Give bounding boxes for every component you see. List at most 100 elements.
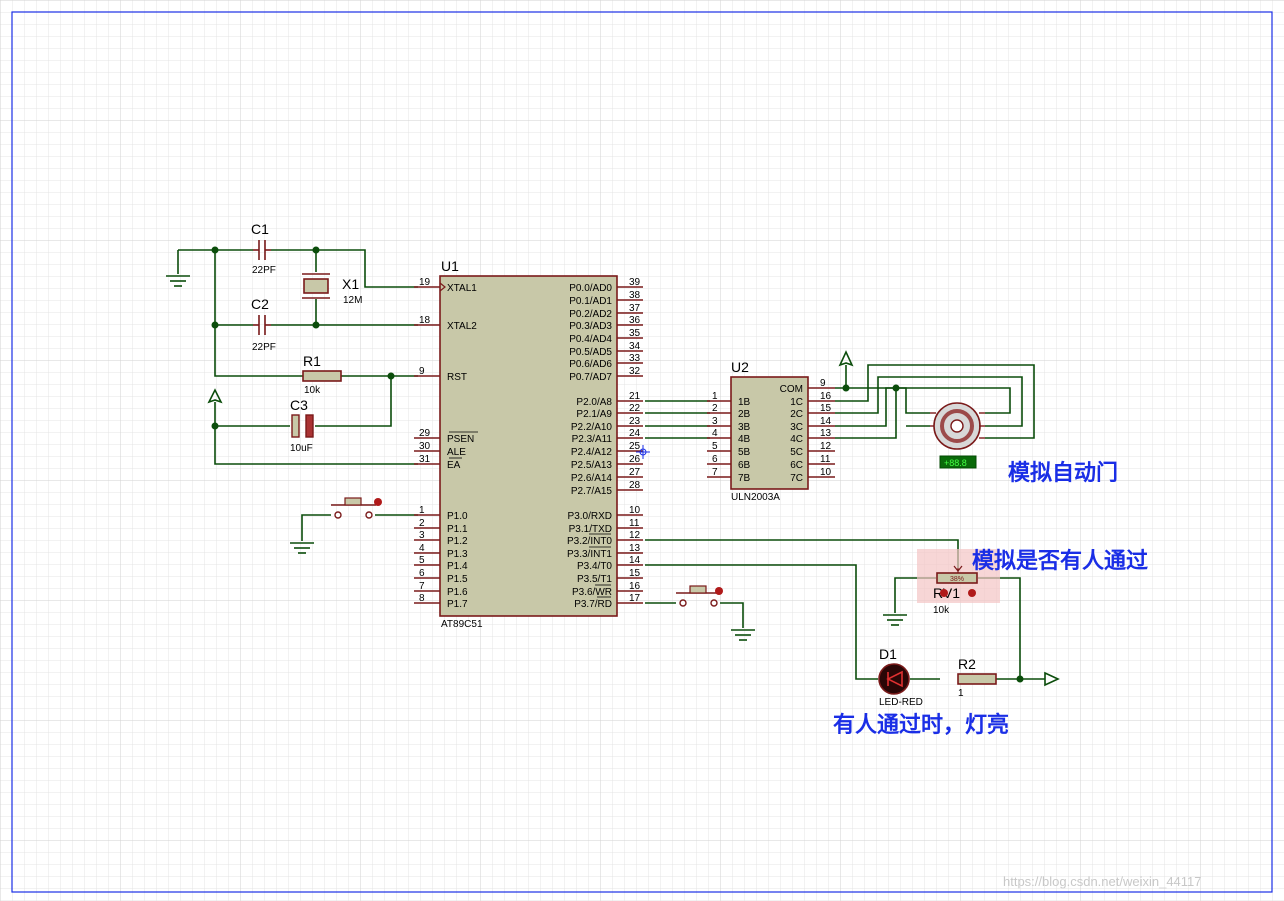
u1-pin-label: RST [447, 372, 467, 383]
u2-pin-label: 7C [790, 473, 803, 484]
u1-pin-label: P0.1/AD1 [569, 296, 612, 307]
u1-pin-number: 8 [419, 593, 425, 604]
u2-pin-label: 4C [790, 434, 803, 445]
u2-pin-label: 3C [790, 422, 803, 433]
chip-u1[interactable]: U1 AT89C51 19XTAL118XTAL29RST29PSEN30ALE… [414, 258, 650, 630]
r2-ref: R2 [958, 656, 976, 672]
c2-ref: C2 [251, 296, 269, 312]
u1-pin-number: 26 [629, 454, 641, 465]
u2-pin-label: 2C [790, 409, 803, 420]
d1-value: LED-RED [879, 697, 923, 708]
u1-pin-number: 6 [419, 568, 425, 579]
u1-pin-number: 35 [629, 328, 641, 339]
r2-value: 1 [958, 688, 964, 699]
motor-display-text: +88.8 [944, 458, 967, 468]
u1-pin-label: P3.5/T1 [577, 574, 612, 585]
annotation-person: 模拟是否有人通过 [972, 548, 1148, 574]
x1-value: 12M [343, 295, 362, 306]
u1-pin-number: 28 [629, 480, 641, 491]
u1-pin-label: EA [447, 460, 461, 471]
u1-pin-number: 5 [419, 555, 425, 566]
u1-pin-label: P1.4 [447, 561, 468, 572]
u1-pin-label: P1.1 [447, 524, 468, 535]
x1-ref: X1 [342, 276, 359, 292]
u1-pin-label: P0.6/AD6 [569, 359, 612, 370]
c1-value: 22PF [252, 265, 276, 276]
u2-pin-number: 2 [712, 403, 718, 414]
u2-pin-label: 5B [738, 447, 751, 458]
u1-pin-number: 18 [419, 315, 431, 326]
u1-pin-label: P3.1/TXD [569, 524, 612, 535]
rv1-wiper-value: 38% [950, 576, 964, 583]
u1-pin-number: 15 [629, 568, 641, 579]
u1-pin-label: P0.2/AD2 [569, 309, 612, 320]
u2-pin-number: 10 [820, 467, 832, 478]
u2-pin-number: 15 [820, 403, 832, 414]
u1-pin-label: P1.5 [447, 574, 468, 585]
u1-pin-number: 32 [629, 366, 641, 377]
u1-pin-number: 24 [629, 428, 641, 439]
u1-pin-number: 25 [629, 441, 641, 452]
u1-pin-number: 39 [629, 277, 641, 288]
u1-pin-label: P2.3/A11 [572, 434, 613, 445]
u1-pin-number: 30 [419, 441, 431, 452]
u1-pin-label: P1.0 [447, 511, 468, 522]
u1-pin-label: P2.2/A10 [571, 422, 613, 433]
u1-pin-label: P2.5/A13 [571, 460, 613, 471]
u1-pin-label: P0.3/AD3 [569, 321, 612, 332]
annotation-light: 有人通过时，灯亮 [833, 712, 1009, 738]
u1-pin-number: 2 [419, 518, 425, 529]
u2-pin-number: 5 [712, 441, 718, 452]
r1-value: 10k [304, 385, 321, 396]
u2-pin-number: 1 [712, 391, 718, 402]
c3-ref: C3 [290, 397, 308, 413]
u1-ref: U1 [441, 258, 459, 274]
u1-pin-label: P1.7 [447, 599, 468, 610]
u1-pin-number: 11 [629, 518, 640, 529]
u1-pin-label: P1.3 [447, 549, 468, 560]
u1-pin-label: P0.4/AD4 [569, 334, 612, 345]
u2-pin-number: 13 [820, 428, 832, 439]
u2-pin-label: 4B [738, 434, 751, 445]
u2-pin-number: 12 [820, 441, 832, 452]
u1-pin-label: P2.0/A8 [576, 397, 612, 408]
u2-pin-number: 11 [820, 454, 831, 465]
u1-pin-number: 4 [419, 543, 425, 554]
u2-pin-label: 6C [790, 460, 803, 471]
u1-pin-label: P3.0/RXD [568, 511, 612, 522]
u1-pin-number: 17 [629, 593, 641, 604]
u2-value: ULN2003A [731, 492, 780, 503]
u2-pin-label: COM [780, 384, 803, 395]
annotation-door: 模拟自动门 [1008, 460, 1118, 486]
u1-pin-number: 23 [629, 416, 641, 427]
u1-pin-label: P3.2/INT0 [567, 536, 612, 547]
d1-ref: D1 [879, 646, 897, 662]
u2-pin-number: 7 [712, 467, 718, 478]
u1-pin-label: XTAL1 [447, 283, 477, 294]
u2-pin-label: 3B [738, 422, 751, 433]
u2-pin-label: 1B [738, 397, 751, 408]
u2-pin-label: 2B [738, 409, 751, 420]
u2-pin-number: 14 [820, 416, 832, 427]
u1-pin-label: P0.0/AD0 [569, 283, 612, 294]
u1-pin-label: P0.7/AD7 [569, 372, 612, 383]
u1-pin-label: ALE [447, 447, 466, 458]
u1-pin-number: 3 [419, 530, 425, 541]
u2-pin-number: 4 [712, 428, 718, 439]
u1-pin-label: P2.7/A15 [571, 486, 613, 497]
watermark: https://blog.csdn.net/weixin_44117 [1003, 874, 1202, 889]
u1-pin-label: P3.6/WR [572, 587, 612, 598]
schematic-canvas[interactable]: C1 22PF C2 22PF X1 12M R1 10k C3 10uF U1… [0, 0, 1284, 901]
u1-pin-number: 36 [629, 315, 641, 326]
u2-pin-label: 1C [790, 397, 803, 408]
u1-pin-number: 7 [419, 581, 425, 592]
u2-pin-label: 5C [790, 447, 803, 458]
u2-pin-number: 9 [820, 378, 826, 389]
u1-pin-number: 16 [629, 581, 641, 592]
u2-pin-label: 6B [738, 460, 751, 471]
u1-pin-label: P1.2 [447, 536, 468, 547]
u2-pin-label: 7B [738, 473, 751, 484]
u1-pin-number: 33 [629, 353, 641, 364]
u2-pin-number: 6 [712, 454, 718, 465]
u1-pin-number: 10 [629, 505, 641, 516]
